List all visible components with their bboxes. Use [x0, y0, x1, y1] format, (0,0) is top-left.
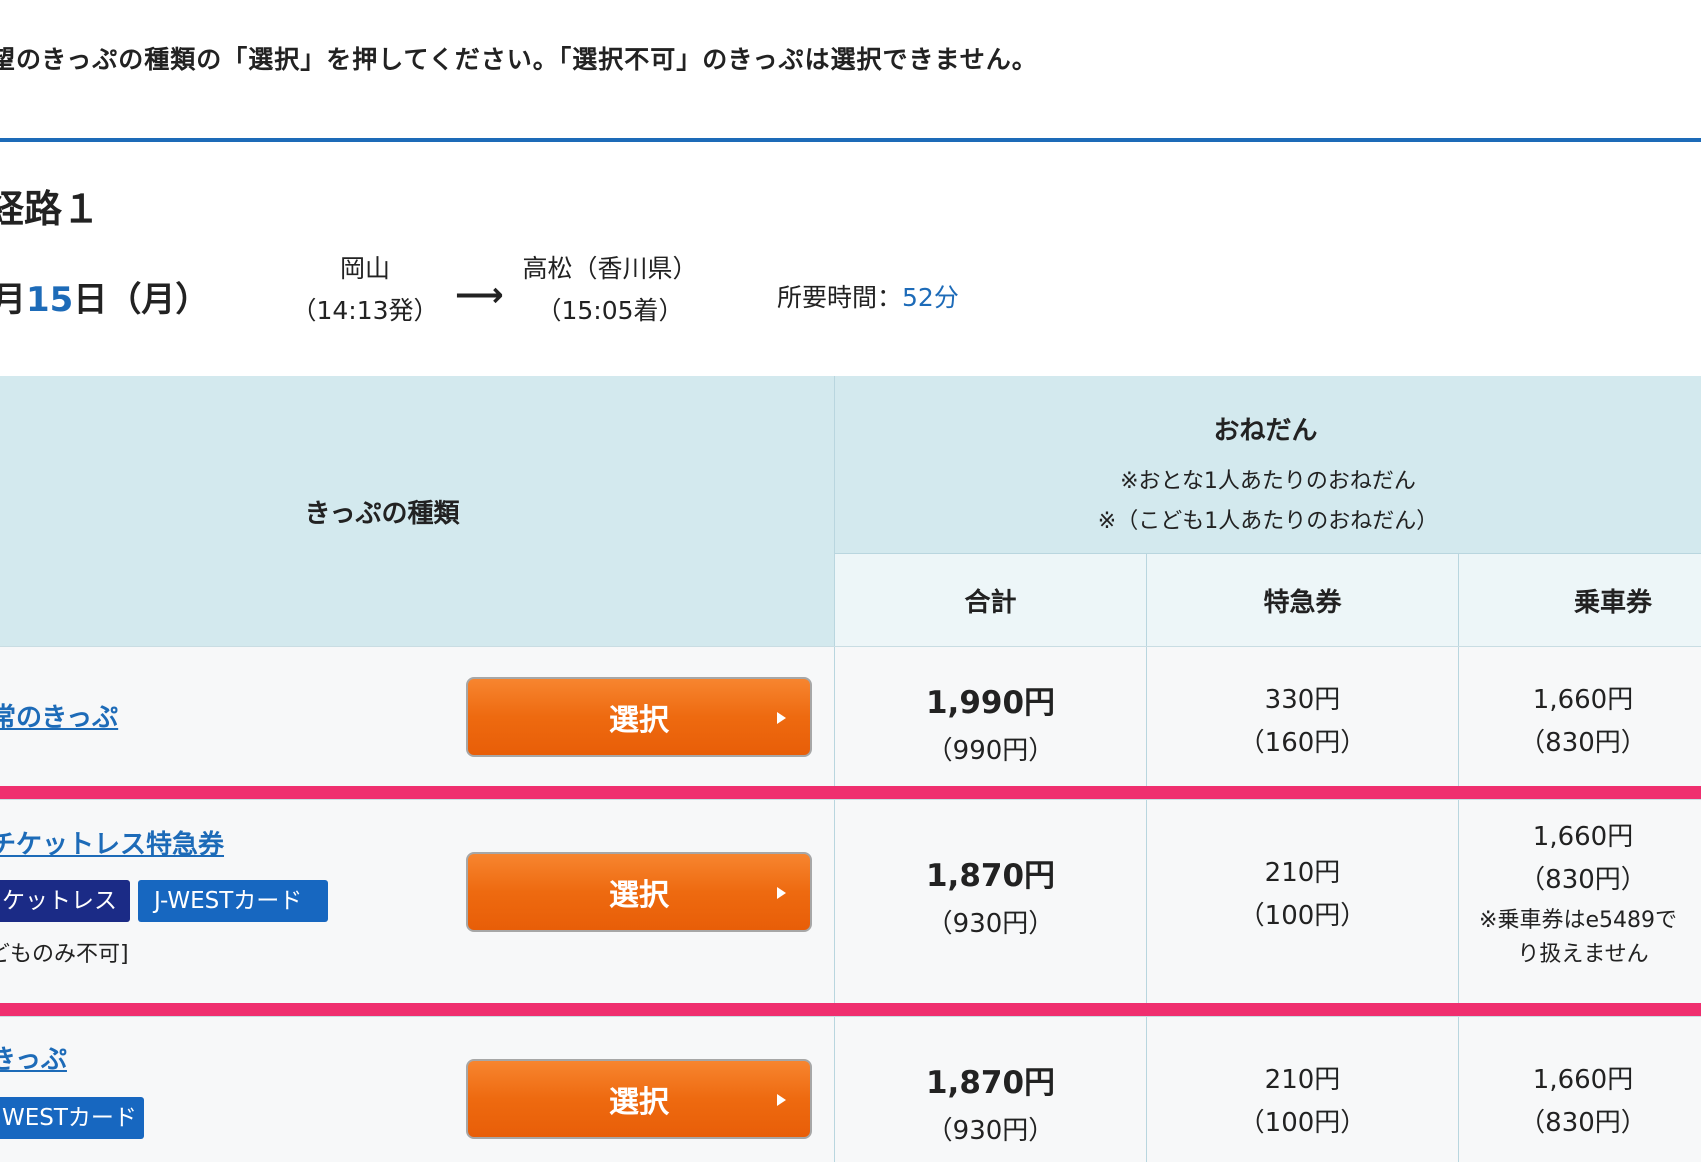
total-price-cell: 1,870円 （930円） — [835, 1017, 1147, 1162]
date-prefix: 月 — [0, 280, 26, 320]
express-price-cell: 330円 （160円） — [1147, 647, 1459, 787]
recommended-divider — [0, 1003, 1701, 1016]
express-price-cell: 210円 （100円） — [1147, 800, 1459, 1004]
table-row: 常のきっぷ 選択 1,990円 （990円） 330円 （160円） 1,660… — [0, 646, 1701, 787]
duration-label: 所要時間： — [777, 283, 903, 312]
date-day: 15 — [26, 280, 74, 320]
select-button-label: 選択 — [609, 1085, 669, 1120]
table-row: チケットレス特急券 ケットレス J-WESTカード どものみ不可] 選択 1,8… — [0, 799, 1701, 1004]
table-row: きっぷ WESTカード 選択 1,870円 （930円） 210円 （100円）… — [0, 1016, 1701, 1162]
arrival-station: 高松（香川県） （15:05着） — [505, 248, 715, 332]
j-west-card-badge: WESTカード — [0, 1097, 144, 1139]
total-price-cell: 1,870円 （930円） — [835, 800, 1147, 1004]
duration-value: 52分 — [902, 283, 959, 312]
arrival-station-name: 高松（香川県） — [522, 254, 698, 283]
column-header-basic-fare: 乗車券 — [1459, 554, 1701, 646]
route-title: 経路１ — [0, 187, 101, 231]
departure-station: 岡山 （14:13発） — [290, 248, 440, 332]
recommended-divider — [0, 786, 1701, 799]
express-price-child: （100円） — [1238, 1108, 1367, 1138]
column-header-total: 合計 — [835, 554, 1147, 646]
top-divider — [0, 138, 1701, 142]
select-button[interactable]: 選択 — [466, 677, 812, 757]
date-suffix: 日（月） — [73, 280, 210, 320]
right-arrow-icon: ⟶ — [455, 275, 504, 315]
play-arrow-icon — [777, 1094, 786, 1106]
total-price: 1,870円 — [925, 1065, 1056, 1101]
basic-fare-child: （830円） — [1519, 865, 1647, 895]
total-price-child: （990円） — [926, 736, 1055, 766]
select-button[interactable]: 選択 — [466, 852, 812, 932]
header-ticket-type-label: きっぷの種類 — [304, 498, 460, 529]
child-only-note: どものみ不可] — [0, 942, 129, 967]
basic-fare-child: （830円） — [1519, 1108, 1647, 1138]
express-price: 210円 — [1264, 858, 1341, 888]
arrival-time: （15:05着） — [536, 296, 684, 325]
basic-fare-note: ※乗車券はe5489で — [1479, 908, 1677, 933]
ticket-link-regular[interactable]: 常のきっぷ — [0, 697, 118, 734]
basic-fare-cell: 1,660円 （830円） — [1459, 647, 1701, 787]
header-ticket-type: きっぷの種類 — [0, 376, 835, 646]
basic-fare-note-2: り扱えません — [1517, 942, 1649, 967]
express-price-cell: 210円 （100円） — [1147, 1017, 1459, 1162]
express-price: 210円 — [1264, 1065, 1341, 1095]
fare-table: きっぷの種類 おねだん ※おとな1人あたりのおねだん ※（こども1人あたりのおね… — [0, 376, 1701, 1162]
total-price: 1,870円 — [925, 858, 1056, 894]
total-price-cell: 1,990円 （990円） — [835, 647, 1147, 787]
basic-fare-child: （830円） — [1519, 728, 1647, 758]
select-button-label: 選択 — [609, 703, 669, 738]
departure-station-name: 岡山 — [339, 254, 390, 283]
basic-fare: 1,660円 — [1532, 1065, 1634, 1095]
basic-fare: 1,660円 — [1532, 822, 1634, 852]
select-button[interactable]: 選択 — [466, 1059, 812, 1139]
ticket-link-ticketless[interactable]: チケットレス特急券 — [0, 824, 224, 861]
ticket-type-cell: チケットレス特急券 ケットレス J-WESTカード どものみ不可] 選択 — [0, 800, 835, 1004]
header-price: おねだん ※おとな1人あたりのおねだん ※（こども1人あたりのおねだん） — [835, 376, 1701, 554]
play-arrow-icon — [777, 712, 786, 724]
departure-time: （14:13発） — [291, 296, 439, 325]
express-price: 330円 — [1264, 685, 1341, 715]
total-price: 1,990円 — [925, 685, 1056, 721]
total-price-child: （930円） — [926, 1116, 1055, 1146]
ticket-type-cell: きっぷ WESTカード 選択 — [0, 1017, 835, 1162]
total-price-child: （930円） — [926, 909, 1055, 939]
select-button-label: 選択 — [609, 878, 669, 913]
column-header-express: 特急券 — [1147, 554, 1459, 646]
basic-fare: 1,660円 — [1532, 685, 1634, 715]
ticket-link-card[interactable]: きっぷ — [0, 1039, 67, 1076]
instruction-text: 望のきっぷの種類の「選択」を押してください。「選択不可」のきっぷは選択できません… — [0, 45, 1038, 74]
ticket-type-cell: 常のきっぷ 選択 — [0, 647, 835, 787]
header-price-label: おねだん — [1213, 416, 1318, 446]
ticketless-badge: ケットレス — [0, 880, 130, 922]
travel-date: 月15日（月） — [0, 272, 209, 321]
basic-fare-cell: 1,660円 （830円） — [1459, 1017, 1701, 1162]
j-west-card-badge: J-WESTカード — [138, 880, 328, 922]
express-price-child: （160円） — [1238, 728, 1367, 758]
travel-duration: 所要時間：52分 — [777, 278, 959, 314]
express-price-child: （100円） — [1238, 901, 1367, 931]
basic-fare-cell: 1,660円 （830円） ※乗車券はe5489で り扱えません — [1459, 800, 1701, 1004]
header-price-note-adult: ※おとな1人あたりのおねだん — [1120, 469, 1416, 494]
header-price-note-child: ※（こども1人あたりのおねだん） — [1097, 509, 1439, 534]
play-arrow-icon — [777, 887, 786, 899]
